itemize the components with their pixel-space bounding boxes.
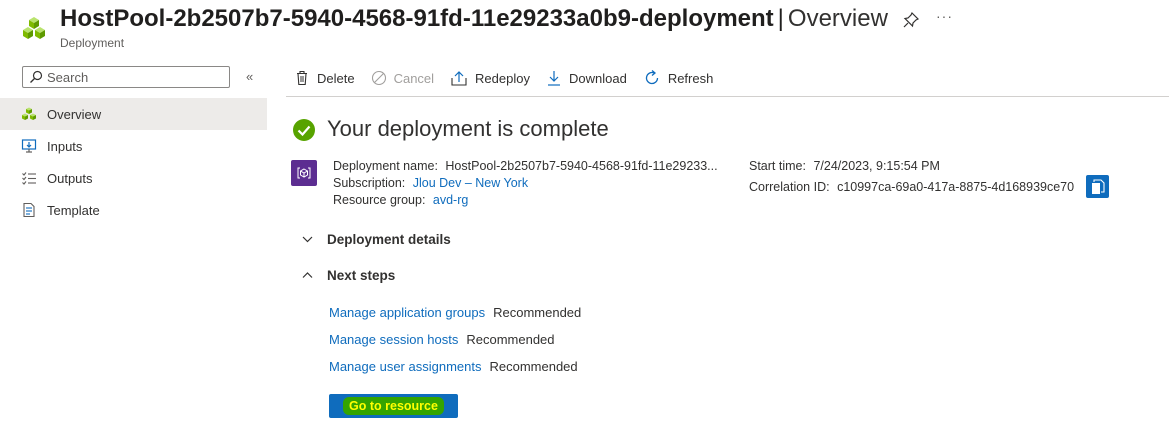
sidebar-item-label: Inputs — [47, 138, 83, 154]
deployment-details-label: Deployment details — [327, 232, 451, 247]
redeploy-label: Redeploy — [475, 70, 530, 86]
search-box[interactable] — [22, 66, 230, 88]
redeploy-icon — [451, 71, 467, 86]
download-icon — [547, 71, 560, 86]
delete-button[interactable]: Delete — [294, 70, 355, 86]
subscription-label: Subscription: — [333, 176, 406, 190]
go-to-resource-button[interactable]: Go to resource — [329, 394, 458, 418]
refresh-button[interactable]: Refresh — [643, 69, 714, 87]
search-input[interactable] — [43, 69, 217, 85]
deployment-status-title: Your deployment is complete — [327, 116, 609, 141]
sidebar-item-outputs[interactable]: Outputs — [0, 162, 267, 194]
refresh-icon — [645, 70, 658, 85]
deployment-name-value: HostPool-2b2507b7-5940-4568-91fd-11e2923… — [445, 159, 718, 173]
deployment-details-toggle[interactable]: Deployment details — [302, 232, 451, 247]
page-subtitle: Deployment — [60, 36, 125, 50]
copy-icon — [1091, 178, 1105, 194]
redeploy-button[interactable]: Redeploy — [450, 70, 530, 86]
next-steps-toggle[interactable]: Next steps — [302, 268, 395, 283]
inputs-icon — [21, 138, 37, 154]
template-icon — [21, 202, 37, 218]
trash-icon — [297, 70, 307, 86]
start-time-value: 7/24/2023, 9:15:54 PM — [813, 159, 940, 173]
manage-session-hosts-link[interactable]: Manage session hosts — [329, 332, 458, 347]
recommended-tag: Recommended — [489, 359, 578, 374]
search-icon — [30, 70, 43, 83]
title-separator: | — [777, 5, 784, 32]
next-steps-label: Next steps — [327, 268, 396, 283]
chevron-up-icon — [302, 272, 313, 278]
correlation-id-label: Correlation ID: — [749, 180, 830, 194]
cancel-label: Cancel — [393, 70, 435, 86]
next-step-item: Manage session hosts Recommended — [329, 332, 555, 347]
refresh-label: Refresh — [667, 70, 714, 86]
success-check-icon — [292, 118, 316, 142]
resource-group-row: Resource group: avd-rg — [333, 193, 468, 207]
cancel-icon — [371, 70, 386, 86]
manage-user-assignments-link[interactable]: Manage user assignments — [329, 359, 481, 374]
collapse-sidebar-button[interactable]: « — [246, 69, 253, 84]
command-bar: Delete Cancel Redeploy Download Refresh — [294, 66, 729, 90]
correlation-id-value: c10997ca-69a0-417a-8875-4d168939ce70 — [837, 180, 1075, 194]
pin-icon[interactable] — [902, 11, 920, 29]
resource-group-label: Resource group: — [333, 193, 426, 207]
delete-label: Delete — [317, 70, 355, 86]
chevron-down-icon — [302, 236, 313, 243]
start-time-label: Start time: — [749, 159, 806, 173]
download-label: Download — [568, 70, 627, 86]
recommended-tag: Recommended — [493, 305, 582, 320]
subscription-link[interactable]: Jlou Dev – New York — [413, 176, 528, 190]
toolbar-divider — [286, 96, 1169, 97]
manage-application-groups-link[interactable]: Manage application groups — [329, 305, 485, 320]
next-step-item: Manage application groups Recommended — [329, 305, 581, 320]
sidebar-item-label: Overview — [47, 106, 102, 122]
copy-button[interactable] — [1086, 175, 1109, 198]
go-to-resource-label: Go to resource — [343, 397, 444, 415]
more-options-button[interactable]: ··· — [936, 8, 953, 24]
deployment-name-label: Deployment name: — [333, 159, 438, 173]
correlation-id-row: Correlation ID: c10997ca-69a0-417a-8875-… — [749, 180, 1074, 194]
sidebar-item-label: Outputs — [47, 170, 93, 186]
page-title-view: Overview — [787, 5, 888, 32]
recommended-tag: Recommended — [466, 332, 555, 347]
download-button[interactable]: Download — [546, 70, 627, 86]
outputs-icon — [21, 170, 37, 186]
deployment-name-row: Deployment name: HostPool-2b2507b7-5940-… — [333, 159, 718, 173]
sidebar-item-inputs[interactable]: Inputs — [0, 130, 267, 162]
overview-icon — [21, 106, 37, 122]
deployment-cubes-icon — [20, 12, 52, 44]
resource-group-link[interactable]: avd-rg — [433, 193, 468, 207]
resource-cube-icon — [291, 160, 317, 186]
start-time-row: Start time: 7/24/2023, 9:15:54 PM — [749, 159, 940, 173]
cancel-button[interactable]: Cancel — [371, 70, 434, 86]
next-step-item: Manage user assignments Recommended — [329, 359, 578, 374]
sidebar-item-label: Template — [47, 202, 100, 218]
sidebar-item-overview[interactable]: Overview — [0, 98, 267, 130]
page-title: HostPool-2b2507b7-5940-4568-91fd-11e2923… — [60, 5, 888, 33]
subscription-row: Subscription: Jlou Dev – New York — [333, 176, 528, 190]
page-title-main: HostPool-2b2507b7-5940-4568-91fd-11e2923… — [60, 5, 774, 32]
sidebar-item-template[interactable]: Template — [0, 194, 267, 226]
